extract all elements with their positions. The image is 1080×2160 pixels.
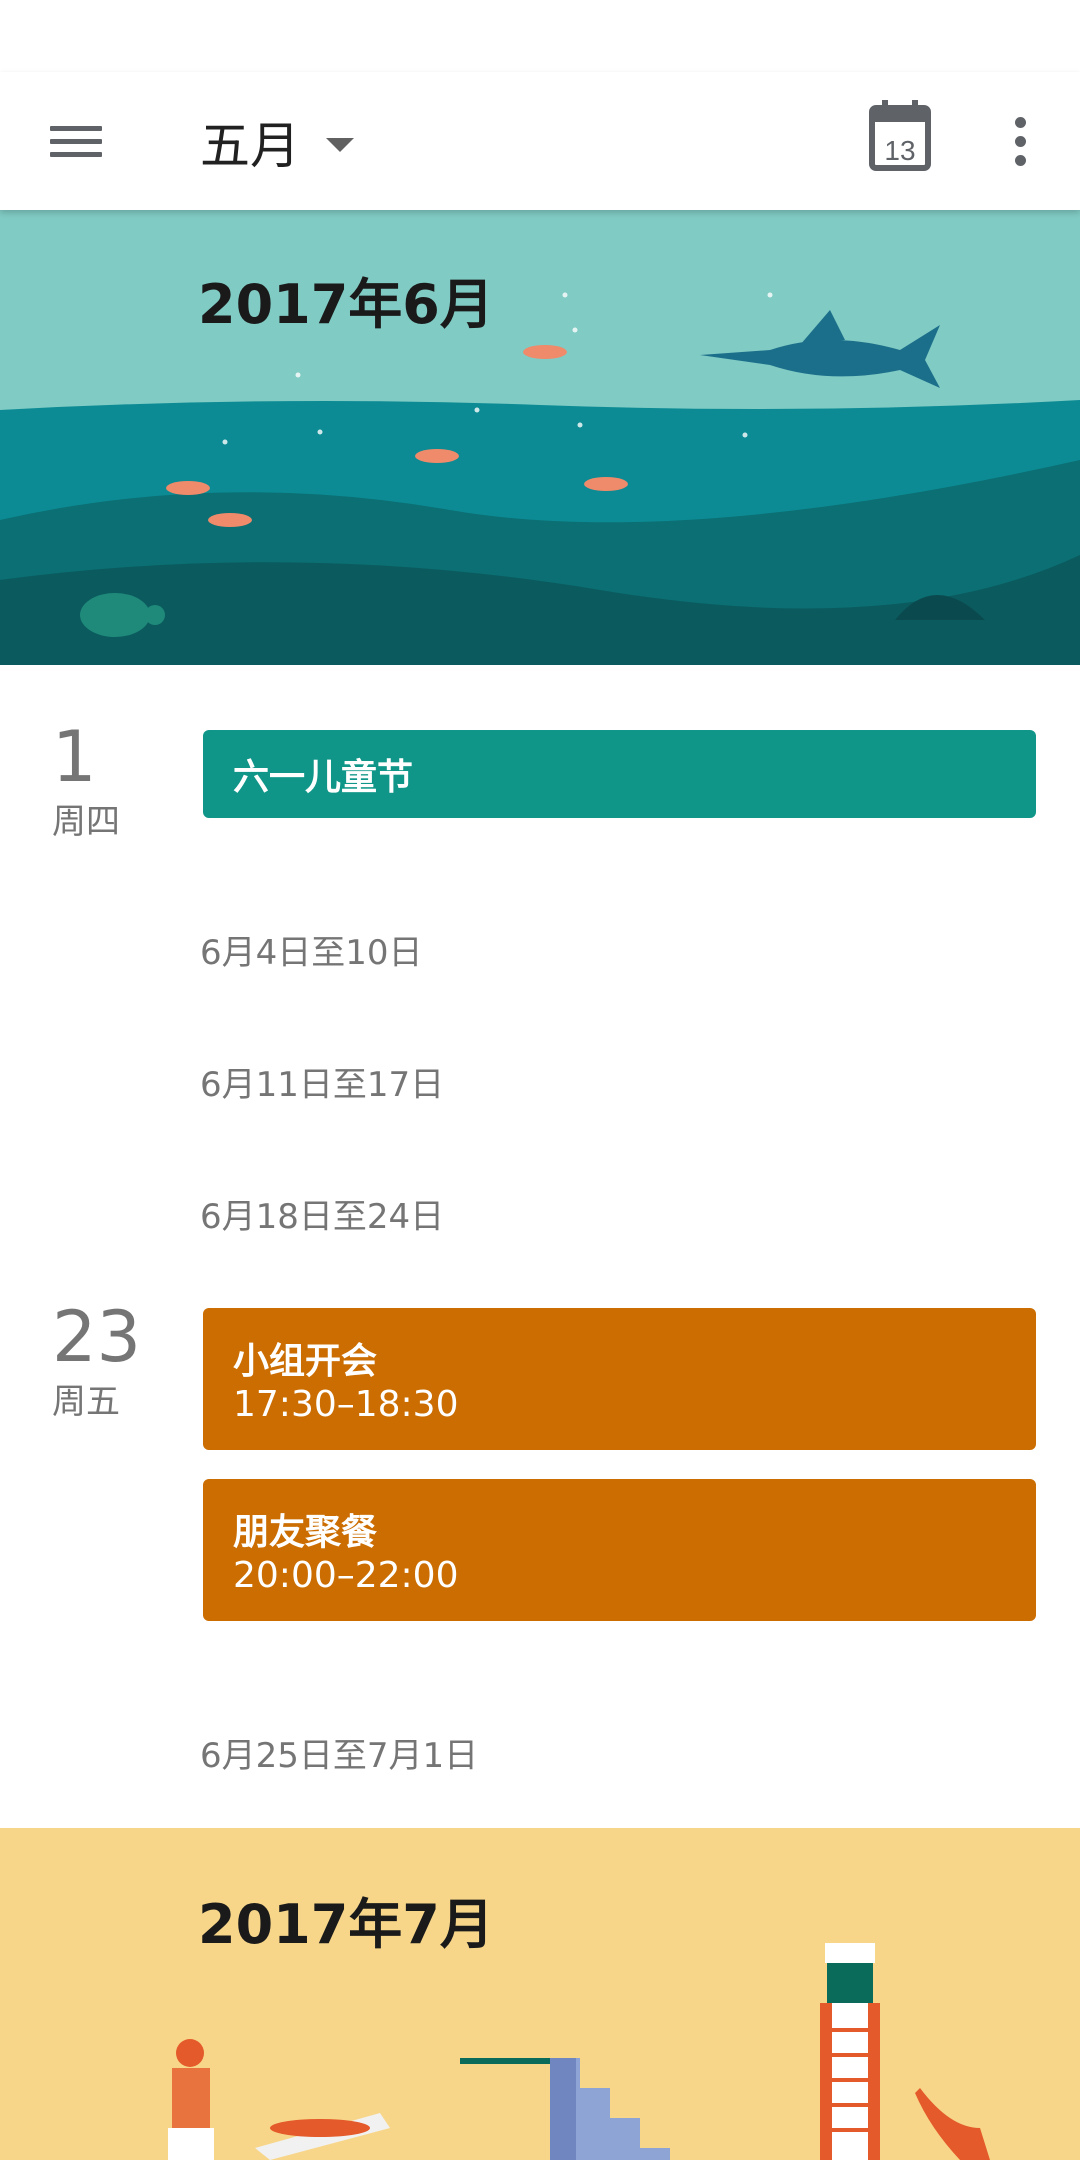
week-range: 6月18日至24日 [200,1197,445,1237]
sea-illustration [0,210,1080,665]
day-weekday: 周五 [52,1382,120,1422]
event-card[interactable]: 朋友聚餐 20:00–22:00 [203,1479,1036,1621]
stairs-icon [460,2058,670,2160]
july-banner: 2017年7月 [0,1828,1080,2160]
june-title: 2017年6月 [198,273,494,336]
event-title: 小组开会 [233,1341,378,1382]
july-title: 2017年7月 [198,1893,494,1956]
lifeguard-tower-icon [820,1943,880,2160]
app-bar: 五月 13 [0,72,1080,210]
menu-button[interactable] [40,105,112,177]
week-range: 6月11日至17日 [200,1065,445,1105]
more-options-button[interactable] [1000,102,1040,180]
lounger-icon [255,2113,390,2160]
diver-icon [915,2088,990,2160]
event-time: 17:30–18:30 [233,1384,459,1425]
week-range: 6月25日至7月1日 [200,1736,479,1776]
today-day-number: 13 [884,135,915,166]
event-card[interactable]: 六一儿童节 [203,730,1036,818]
hamburger-icon [50,118,102,165]
person-icon [168,2039,214,2160]
calendar-today-icon: 13 [869,100,931,171]
event-card[interactable]: 小组开会 17:30–18:30 [203,1308,1036,1450]
day-weekday: 周四 [52,802,120,842]
event-time: 20:00–22:00 [233,1555,459,1596]
week-range: 6月4日至10日 [200,933,423,973]
today-button[interactable]: 13 [868,98,940,180]
day-header: 23 周五 [52,1302,141,1423]
event-title: 六一儿童节 [233,757,414,798]
event-title: 朋友聚餐 [233,1512,378,1553]
pool-illustration [168,1943,990,2160]
day-number: 1 [52,716,97,798]
more-vert-icon [1014,116,1026,128]
june-banner: 2017年6月 [0,210,1080,665]
status-bar [0,0,1080,72]
month-selector[interactable]: 五月 [200,102,354,182]
day-number: 23 [52,1296,142,1378]
day-header: 1 周四 [52,722,120,843]
dropdown-caret-icon [326,138,354,152]
month-label: 五月 [200,117,300,175]
